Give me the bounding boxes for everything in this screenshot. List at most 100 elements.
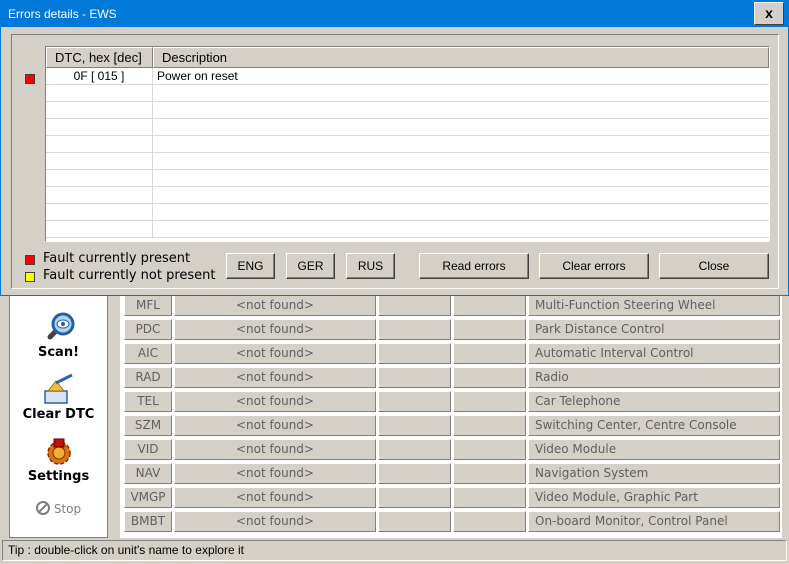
unit-row[interactable]: BMBT <not found> On-board Monitor, Contr… — [120, 509, 782, 532]
unit-field — [378, 295, 451, 316]
unit-code[interactable]: TEL — [124, 391, 172, 412]
stop-icon — [35, 501, 50, 515]
table-row — [46, 85, 769, 102]
unit-description: Park Distance Control — [528, 319, 780, 340]
unit-status: <not found> — [174, 487, 376, 508]
unit-status: <not found> — [174, 295, 376, 316]
unit-description: Car Telephone — [528, 391, 780, 412]
table-row — [46, 153, 769, 170]
unit-code[interactable]: VMGP — [124, 487, 172, 508]
unit-field — [453, 367, 526, 388]
column-header-description[interactable]: Description — [153, 47, 769, 68]
unit-row[interactable]: RAD <not found> Radio — [120, 365, 782, 388]
unit-field — [378, 367, 451, 388]
clear-errors-button[interactable]: Clear errors — [539, 253, 649, 279]
unit-row[interactable]: NAV <not found> Navigation System — [120, 461, 782, 484]
unit-row[interactable]: MFL <not found> Multi-Function Steering … — [120, 293, 782, 316]
unit-status: <not found> — [174, 415, 376, 436]
unit-status: <not found> — [174, 463, 376, 484]
description-cell: Power on reset — [157, 69, 238, 83]
unit-code[interactable]: NAV — [124, 463, 172, 484]
unit-description: Switching Center, Centre Console — [528, 415, 780, 436]
unit-field — [378, 343, 451, 364]
status-bar: Tip : double-click on unit's name to exp… — [2, 540, 787, 561]
unit-description: Radio — [528, 367, 780, 388]
unit-field — [378, 415, 451, 436]
dialog-title: Errors details - EWS — [8, 7, 117, 21]
table-row — [46, 119, 769, 136]
read-errors-button[interactable]: Read errors — [419, 253, 529, 279]
unit-row[interactable]: AIC <not found> Automatic Interval Contr… — [120, 341, 782, 364]
table-row — [46, 187, 769, 204]
ger-button[interactable]: GER — [286, 253, 335, 279]
table-row — [46, 204, 769, 221]
column-header-dtc[interactable]: DTC, hex [dec] — [46, 47, 153, 68]
unit-field — [453, 463, 526, 484]
unit-code[interactable]: PDC — [124, 319, 172, 340]
rus-button[interactable]: RUS — [346, 253, 395, 279]
magnifier-icon — [42, 311, 76, 345]
unit-field — [378, 391, 451, 412]
stop-label: Stop — [53, 502, 82, 516]
unit-status: <not found> — [174, 367, 376, 388]
unit-status: <not found> — [174, 391, 376, 412]
unit-description: Multi-Function Steering Wheel — [528, 295, 780, 316]
unit-code[interactable]: MFL — [124, 295, 172, 316]
gear-icon — [42, 435, 76, 469]
unit-description: Navigation System — [528, 463, 780, 484]
legend-present-label: Fault currently present — [43, 251, 191, 266]
unit-field — [378, 439, 451, 460]
action-panel: Scan! Clear DTC Settings Stop — [9, 292, 108, 538]
table-row — [46, 136, 769, 153]
table-row — [46, 221, 769, 238]
unit-row[interactable]: VMGP <not found> Video Module, Graphic P… — [120, 485, 782, 508]
unit-code[interactable]: VID — [124, 439, 172, 460]
unit-field — [378, 463, 451, 484]
clear-dtc-button[interactable]: Clear DTC — [10, 373, 107, 422]
legend-red-swatch — [25, 255, 35, 265]
stop-button[interactable]: Stop — [10, 501, 107, 516]
close-icon[interactable]: x — [754, 2, 784, 25]
unit-field — [453, 487, 526, 508]
unit-field — [453, 511, 526, 532]
table-row — [46, 170, 769, 187]
dialog-titlebar[interactable]: Errors details - EWS x — [1, 1, 788, 27]
legend-not-present-label: Fault currently not present — [43, 268, 216, 283]
unit-field — [453, 319, 526, 340]
unit-status: <not found> — [174, 439, 376, 460]
unit-code[interactable]: AIC — [124, 343, 172, 364]
unit-field — [453, 415, 526, 436]
unit-description: Video Module, Graphic Part — [528, 487, 780, 508]
table-row[interactable]: 0F [ 015 ] Power on reset — [46, 68, 769, 85]
unit-row[interactable]: SZM <not found> Switching Center, Centre… — [120, 413, 782, 436]
eng-button[interactable]: ENG — [226, 253, 275, 279]
scan-label: Scan! — [37, 345, 80, 360]
dialog-body: DTC, hex [dec] Description 0F [ 015 ] Po… — [11, 34, 779, 289]
settings-button[interactable]: Settings — [10, 435, 107, 484]
unit-field — [378, 487, 451, 508]
units-table: MFL <not found> Multi-Function Steering … — [120, 292, 782, 538]
unit-code[interactable]: BMBT — [124, 511, 172, 532]
unit-description: Video Module — [528, 439, 780, 460]
unit-field — [453, 295, 526, 316]
clear-dtc-label: Clear DTC — [22, 407, 95, 422]
unit-description: Automatic Interval Control — [528, 343, 780, 364]
unit-status: <not found> — [174, 511, 376, 532]
unit-row[interactable]: TEL <not found> Car Telephone — [120, 389, 782, 412]
scan-button[interactable]: Scan! — [10, 311, 107, 360]
close-button[interactable]: Close — [659, 253, 769, 279]
grid-header: DTC, hex [dec] Description — [46, 47, 769, 68]
unit-code[interactable]: SZM — [124, 415, 172, 436]
unit-status: <not found> — [174, 319, 376, 340]
unit-field — [378, 319, 451, 340]
broom-icon — [42, 373, 76, 407]
unit-row[interactable]: PDC <not found> Park Distance Control — [120, 317, 782, 340]
errors-grid: DTC, hex [dec] Description 0F [ 015 ] Po… — [45, 46, 770, 242]
dtc-cell: 0F [ 015 ] — [46, 68, 153, 85]
unit-row[interactable]: VID <not found> Video Module — [120, 437, 782, 460]
unit-field — [453, 439, 526, 460]
unit-field — [378, 511, 451, 532]
unit-status: <not found> — [174, 343, 376, 364]
errors-dialog: Errors details - EWS x DTC, hex [dec] De… — [0, 0, 789, 296]
unit-code[interactable]: RAD — [124, 367, 172, 388]
